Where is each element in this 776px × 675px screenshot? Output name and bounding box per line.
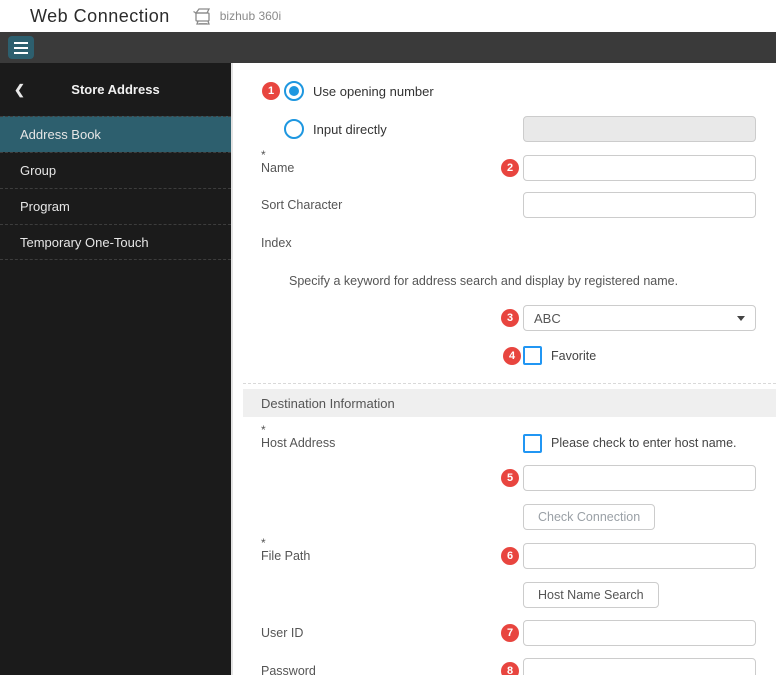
- name-row: * Name 2: [243, 155, 776, 181]
- index-select[interactable]: ABC: [523, 305, 756, 331]
- host-address-input[interactable]: [523, 465, 756, 491]
- input-directly-radio[interactable]: [284, 119, 304, 139]
- index-select-value: ABC: [534, 311, 561, 326]
- favorite-checkbox[interactable]: [523, 346, 542, 365]
- step-badge-6: 6: [501, 547, 519, 565]
- sidebar-item-label: Temporary One-Touch: [20, 235, 149, 250]
- sort-character-label: Sort Character: [261, 198, 342, 212]
- required-mark: *: [261, 423, 266, 437]
- host-name-search-button[interactable]: Host Name Search: [523, 582, 659, 608]
- step-badge-4: 4: [503, 347, 521, 365]
- step-badge-1: 1: [262, 82, 280, 100]
- user-id-label: User ID: [261, 626, 303, 640]
- name-input[interactable]: [523, 155, 756, 181]
- step-badge-3: 3: [501, 309, 519, 327]
- use-opening-number-radio[interactable]: [284, 81, 304, 101]
- step-badge-5: 5: [501, 469, 519, 487]
- user-id-input[interactable]: [523, 620, 756, 646]
- chevron-down-icon: [737, 316, 745, 321]
- index-hint-text: Specify a keyword for address search and…: [243, 274, 776, 288]
- back-chevron-icon[interactable]: ❮: [14, 82, 25, 98]
- name-label: Name: [261, 161, 294, 175]
- step-badge-2: 2: [501, 159, 519, 177]
- input-directly-label: Input directly: [313, 122, 387, 137]
- sort-character-input[interactable]: [523, 192, 756, 218]
- app-header: Web Connection bizhub 360i: [0, 0, 776, 32]
- printer-icon: [192, 7, 214, 26]
- destination-section-header: Destination Information: [243, 389, 776, 417]
- sidebar: ❮ Store Address Address Book Group Progr…: [0, 63, 231, 675]
- registration-number-row: 1 Use opening number: [243, 77, 776, 105]
- required-mark: *: [261, 148, 266, 162]
- file-path-input[interactable]: [523, 543, 756, 569]
- sidebar-item-label: Address Book: [20, 127, 101, 142]
- password-label: Password: [261, 664, 316, 675]
- use-opening-number-label: Use opening number: [313, 84, 434, 99]
- sidebar-item-program[interactable]: Program: [0, 188, 231, 224]
- sidebar-item-label: Group: [20, 163, 56, 178]
- check-connection-row: Check Connection: [243, 504, 776, 530]
- host-address-input-row: 5: [243, 465, 776, 491]
- menu-bar: [0, 32, 776, 63]
- sidebar-item-temporary-one-touch[interactable]: Temporary One-Touch: [0, 224, 231, 260]
- device-info: bizhub 360i: [192, 7, 281, 26]
- sidebar-item-address-book[interactable]: Address Book: [0, 116, 231, 152]
- host-name-search-row: Host Name Search: [243, 582, 776, 608]
- favorite-label: Favorite: [551, 349, 596, 363]
- favorite-row: 4 Favorite: [243, 345, 776, 366]
- sidebar-header: ❮ Store Address: [0, 63, 231, 116]
- input-directly-row: Input directly: [243, 115, 776, 143]
- sort-character-row: Sort Character: [243, 192, 776, 218]
- check-connection-button[interactable]: Check Connection: [523, 504, 655, 530]
- host-name-checkbox-label: Please check to enter host name.: [551, 436, 737, 450]
- host-address-label: Host Address: [261, 436, 335, 450]
- direct-number-input: [523, 116, 756, 142]
- destination-section-title: Destination Information: [261, 396, 395, 411]
- device-name: bizhub 360i: [220, 9, 281, 23]
- sidebar-item-label: Program: [20, 199, 70, 214]
- password-row: Password 8: [243, 658, 776, 675]
- index-select-row: 3 ABC: [243, 305, 776, 331]
- hamburger-menu-icon[interactable]: [8, 36, 34, 59]
- index-label: Index: [243, 236, 776, 250]
- user-id-row: User ID 7: [243, 620, 776, 646]
- file-path-label: File Path: [261, 549, 310, 563]
- required-mark: *: [261, 536, 266, 550]
- step-badge-7: 7: [501, 624, 519, 642]
- main-content: 1 Use opening number Input directly * Na…: [231, 63, 776, 675]
- section-divider: [243, 383, 776, 384]
- app-logo: Web Connection: [30, 6, 170, 27]
- host-address-row: * Host Address Please check to enter hos…: [243, 430, 776, 456]
- sidebar-title: Store Address: [71, 82, 159, 97]
- sidebar-item-group[interactable]: Group: [0, 152, 231, 188]
- file-path-row: * File Path 6: [243, 543, 776, 569]
- password-input[interactable]: [523, 658, 756, 675]
- host-name-checkbox[interactable]: [523, 434, 542, 453]
- step-badge-8: 8: [501, 662, 519, 675]
